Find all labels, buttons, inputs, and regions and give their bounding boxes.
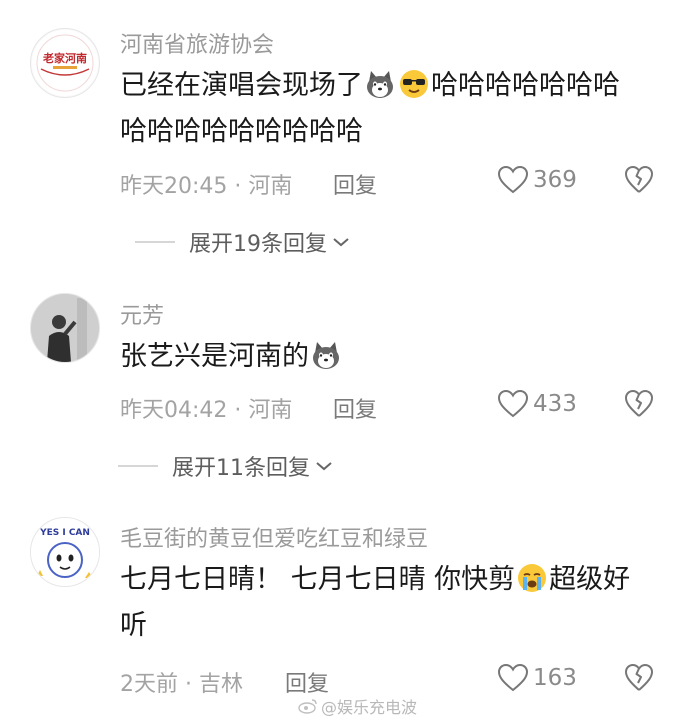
- like-count: 369: [533, 167, 577, 193]
- avatar[interactable]: 老家河南: [30, 28, 100, 98]
- husky-emoji: [313, 342, 339, 369]
- divider-line: [135, 241, 175, 243]
- avatar-logo-text: YES I CAN: [39, 528, 90, 538]
- comment-text: 已经在演唱会现场了 哈哈哈哈哈哈哈 哈哈哈哈哈哈哈哈哈: [120, 63, 662, 155]
- dislike-button[interactable]: [624, 663, 654, 697]
- text-part: 哈哈哈哈哈哈哈哈哈: [120, 116, 363, 147]
- weibo-logo-icon: [298, 699, 317, 714]
- dislike-button[interactable]: [624, 165, 654, 199]
- username[interactable]: 元芳: [120, 298, 164, 330]
- expand-replies-label: 展开19条回复: [189, 232, 327, 257]
- expand-replies-button[interactable]: 展开19条回复: [135, 226, 350, 258]
- husky-emoji: [367, 71, 393, 98]
- watermark-text: @娱乐充电波: [321, 698, 418, 717]
- sunglasses-emoji: [400, 70, 428, 98]
- crying-emoji: [518, 564, 547, 592]
- heart-outline-icon: [497, 389, 529, 418]
- chevron-down-icon: [316, 462, 332, 471]
- text-part: 哈哈哈哈哈哈哈: [431, 70, 620, 101]
- comment-text: 七月七日晴！ 七月七日晴 你快剪 超级好 听: [120, 557, 662, 649]
- time-location: 2天前 · 吉林: [120, 672, 243, 697]
- expand-replies-button[interactable]: 展开11条回复: [118, 450, 333, 482]
- chevron-down-icon: [333, 238, 349, 247]
- username[interactable]: 毛豆街的黄豆但爱吃红豆和绿豆: [120, 521, 428, 553]
- text-part: 张艺兴是河南的: [120, 341, 309, 372]
- comment-text: 张艺兴是河南的: [120, 334, 662, 380]
- like-count: 433: [533, 391, 577, 417]
- like-count: 163: [533, 665, 577, 691]
- heart-outline-icon: [497, 165, 529, 194]
- divider-line: [118, 465, 158, 467]
- time-location: 昨天20:45 · 河南: [120, 174, 293, 199]
- time-location: 昨天04:42 · 河南: [120, 398, 293, 423]
- reply-button[interactable]: 回复: [333, 168, 377, 200]
- text-part: 听: [120, 610, 147, 641]
- broken-heart-icon: [625, 664, 653, 691]
- like-button[interactable]: 163: [497, 663, 577, 693]
- like-button[interactable]: 433: [497, 389, 577, 419]
- text-part: 超级好: [549, 564, 631, 595]
- watermark: @娱乐充电波: [298, 694, 417, 718]
- heart-outline-icon: [497, 663, 529, 692]
- avatar[interactable]: [30, 293, 100, 363]
- expand-replies-label: 展开11条回复: [172, 456, 310, 481]
- broken-heart-icon: [625, 166, 653, 193]
- username[interactable]: 河南省旅游协会: [120, 27, 274, 59]
- reply-button[interactable]: 回复: [333, 392, 377, 424]
- dislike-button[interactable]: [624, 389, 654, 423]
- text-part: 已经在演唱会现场了: [120, 70, 363, 101]
- like-button[interactable]: 369: [497, 165, 577, 195]
- broken-heart-icon: [625, 390, 653, 417]
- avatar[interactable]: YES I CAN: [30, 517, 100, 587]
- text-part: 七月七日晴！ 七月七日晴 你快剪: [120, 564, 516, 595]
- avatar-logo-text: 老家河南: [42, 51, 87, 65]
